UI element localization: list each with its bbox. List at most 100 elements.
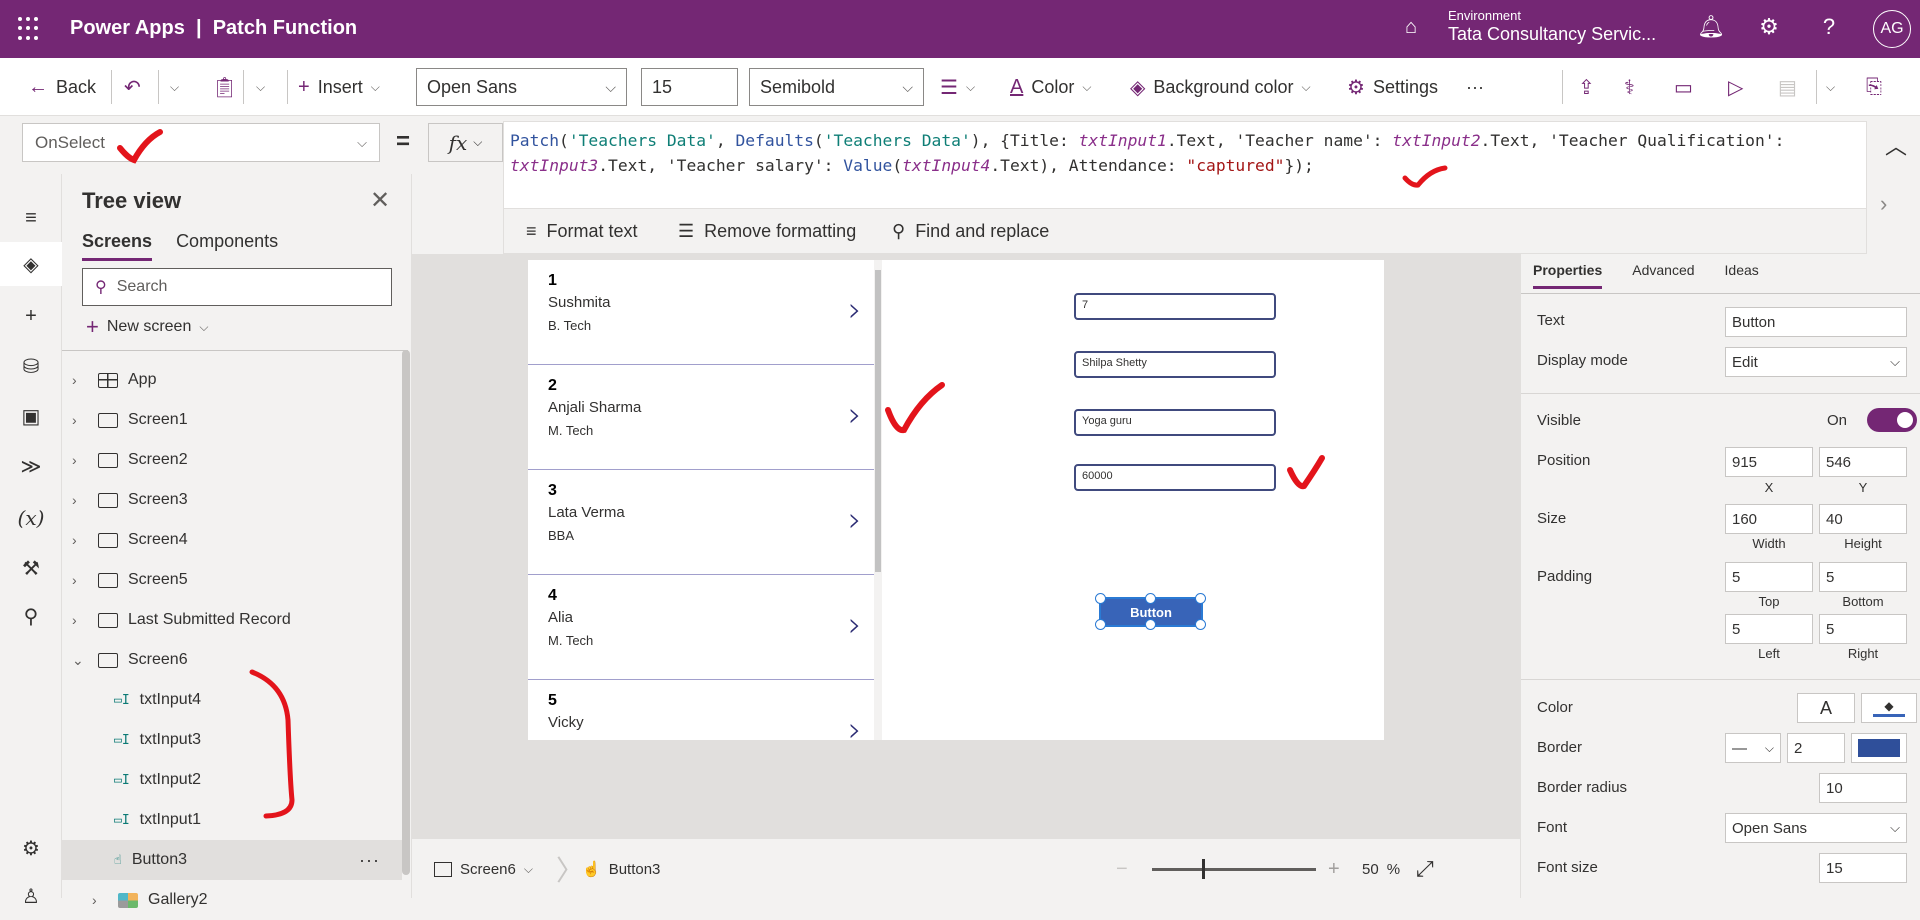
chevron-right-icon[interactable]: › — [848, 500, 862, 540]
tree-item-gallery2[interactable]: › Gallery2 — [62, 880, 402, 920]
txtinput1[interactable]: 7 — [1074, 293, 1276, 320]
fit-to-window-button[interactable]: ⤢ — [1416, 839, 1434, 899]
gallery2[interactable]: 1 Sushmita B. Tech › 2 Anjali Sharma M. Tech › 3… — [528, 260, 880, 740]
chevron-right-icon[interactable]: › — [848, 290, 862, 330]
resize-handle[interactable] — [1195, 619, 1206, 630]
tree-item-screen5[interactable]: › Screen5 — [62, 560, 402, 600]
advanced-tools-icon[interactable]: ⚒ — [0, 546, 62, 590]
zoom-in-button[interactable]: + — [1328, 839, 1340, 899]
publish-button[interactable]: ⎘ — [1866, 58, 1882, 116]
more-commands-button[interactable]: ··· — [1466, 58, 1484, 116]
resize-handle[interactable] — [1145, 593, 1156, 604]
chevron-right-icon[interactable]: › — [848, 605, 862, 645]
padding-bottom-input[interactable]: 5 — [1819, 562, 1907, 592]
padding-left-input[interactable]: 5 — [1725, 614, 1813, 644]
control-breadcrumb[interactable]: ☝ Button3 — [582, 839, 660, 899]
scrollbar-thumb[interactable] — [875, 270, 881, 572]
zoom-slider-thumb[interactable] — [1202, 859, 1205, 879]
border-style-dropdown[interactable]: — ⌵ — [1725, 733, 1781, 763]
undo-dropdown[interactable]: ⌵ — [170, 58, 179, 116]
chevron-right-icon[interactable]: › — [72, 492, 86, 508]
save-dropdown[interactable]: ⌵ — [1826, 58, 1835, 116]
tab-advanced[interactable]: Advanced — [1632, 262, 1694, 289]
chevron-right-icon[interactable]: › — [72, 572, 86, 588]
environment-icon[interactable]: ⌂ — [1405, 16, 1417, 39]
font-size-input[interactable]: 15 — [1819, 853, 1907, 883]
settings-gear-icon[interactable]: ⚙ — [1754, 14, 1784, 40]
padding-top-input[interactable]: 5 — [1725, 562, 1813, 592]
position-y-input[interactable]: 546 — [1819, 447, 1907, 477]
fx-button[interactable]: fx ⌵ — [428, 123, 503, 162]
tree-item-last-submitted-record[interactable]: › Last Submitted Record — [62, 600, 402, 640]
gallery-item[interactable]: 2 Anjali Sharma M. Tech › — [528, 365, 874, 470]
app-launcher-icon[interactable] — [18, 17, 42, 41]
tree-item-button3[interactable]: ☝ Button3 ··· — [62, 840, 402, 880]
notifications-icon[interactable]: 🔔︎ — [1696, 14, 1726, 40]
chevron-right-icon[interactable]: › — [72, 412, 86, 428]
paste-button[interactable]: 📋︎ — [212, 58, 237, 116]
tree-item-txtinput2[interactable]: ▭I txtInput2 — [62, 760, 402, 800]
undo-button[interactable]: ↶ — [124, 58, 141, 116]
formula-input[interactable]: Patch('Teachers Data', Defaults('Teacher… — [503, 121, 1867, 209]
border-thickness-input[interactable]: 2 — [1787, 733, 1845, 763]
font-size-input[interactable]: 15 — [641, 68, 738, 106]
tree-view-layers-icon[interactable]: ◈ — [0, 242, 62, 286]
copilot-bot-icon[interactable]: ♙ — [0, 874, 62, 918]
chevron-right-icon[interactable]: › — [72, 452, 86, 468]
settings-gear-icon[interactable]: ⚙ — [0, 826, 62, 870]
chevron-right-icon[interactable]: › — [848, 710, 862, 740]
new-screen-button[interactable]: + New screen ⌵ — [86, 314, 208, 340]
find-replace-button[interactable]: ⚲ Find and replace — [892, 209, 1049, 253]
background-color-button[interactable]: ◈ Background color ⌵ — [1130, 58, 1311, 116]
text-input[interactable]: Button — [1725, 307, 1907, 337]
close-icon[interactable]: ✕ — [370, 186, 390, 215]
font-dropdown[interactable]: Open Sans ⌵ — [1725, 813, 1907, 843]
resize-handle[interactable] — [1145, 619, 1156, 630]
tree-item-app[interactable]: › App — [62, 360, 402, 400]
fill-color-button[interactable]: ◆ — [1861, 693, 1917, 723]
tree-search-input[interactable]: ⚲ Search — [82, 268, 392, 306]
insert-plus-icon[interactable]: + — [0, 294, 62, 338]
hamburger-menu-icon[interactable]: ≡ — [0, 196, 62, 240]
gallery-item[interactable]: 1 Sushmita B. Tech › — [528, 260, 874, 365]
expand-right-panel-button[interactable]: › — [1880, 191, 1887, 217]
preview-play-button[interactable]: ▷ — [1728, 58, 1743, 116]
tree-item-screen1[interactable]: › Screen1 — [62, 400, 402, 440]
collapse-formula-button[interactable]: ︿ — [1872, 121, 1920, 169]
media-icon[interactable]: ▣ — [0, 394, 62, 438]
txtinput3[interactable]: Yoga guru — [1074, 409, 1276, 436]
chevron-right-icon[interactable]: › — [72, 612, 86, 628]
search-icon[interactable]: ⚲ — [0, 594, 62, 638]
resize-handle[interactable] — [1195, 593, 1206, 604]
insert-button[interactable]: + Insert ⌵ — [298, 58, 380, 116]
chevron-right-icon[interactable]: › — [72, 532, 86, 548]
text-align-button[interactable]: ☰ ⌵ — [940, 58, 975, 116]
txtinput4[interactable]: 60000 — [1074, 464, 1276, 491]
chevron-down-icon[interactable]: ⌄ — [72, 652, 86, 669]
tab-components[interactable]: Components — [176, 231, 278, 261]
tab-properties[interactable]: Properties — [1533, 262, 1603, 289]
tab-ideas[interactable]: Ideas — [1725, 262, 1759, 289]
resize-handle[interactable] — [1095, 619, 1106, 630]
font-weight-dropdown[interactable]: Semibold ⌵ — [749, 68, 924, 106]
environment-name[interactable]: Tata Consultancy Servic... — [1448, 24, 1656, 45]
height-input[interactable]: 40 — [1819, 504, 1907, 534]
app-checker-button[interactable]: ⚕ — [1624, 58, 1635, 116]
paste-dropdown[interactable]: ⌵ — [256, 58, 265, 116]
gallery-scrollbar[interactable] — [874, 260, 882, 740]
position-x-input[interactable]: 915 — [1725, 447, 1813, 477]
tree-scrollbar[interactable] — [402, 350, 410, 875]
comments-button[interactable]: ▭ — [1674, 58, 1693, 116]
help-icon[interactable]: ? — [1814, 14, 1844, 40]
tree-item-txtinput4[interactable]: ▭I txtInput4 — [62, 680, 402, 720]
gallery-item[interactable]: 5 Vicky › — [528, 680, 874, 740]
resize-handle[interactable] — [1095, 593, 1106, 604]
chevron-right-icon[interactable]: › — [72, 372, 86, 388]
settings-button[interactable]: ⚙ Settings — [1347, 58, 1438, 116]
power-automate-icon[interactable]: ≫ — [0, 444, 62, 488]
format-text-button[interactable]: ≡ Format text — [526, 209, 638, 253]
user-avatar[interactable]: AG — [1873, 10, 1911, 48]
tree-item-txtinput1[interactable]: ▭I txtInput1 — [62, 800, 402, 840]
more-options-icon[interactable]: ··· — [359, 850, 380, 871]
chevron-right-icon[interactable]: › — [92, 892, 106, 908]
